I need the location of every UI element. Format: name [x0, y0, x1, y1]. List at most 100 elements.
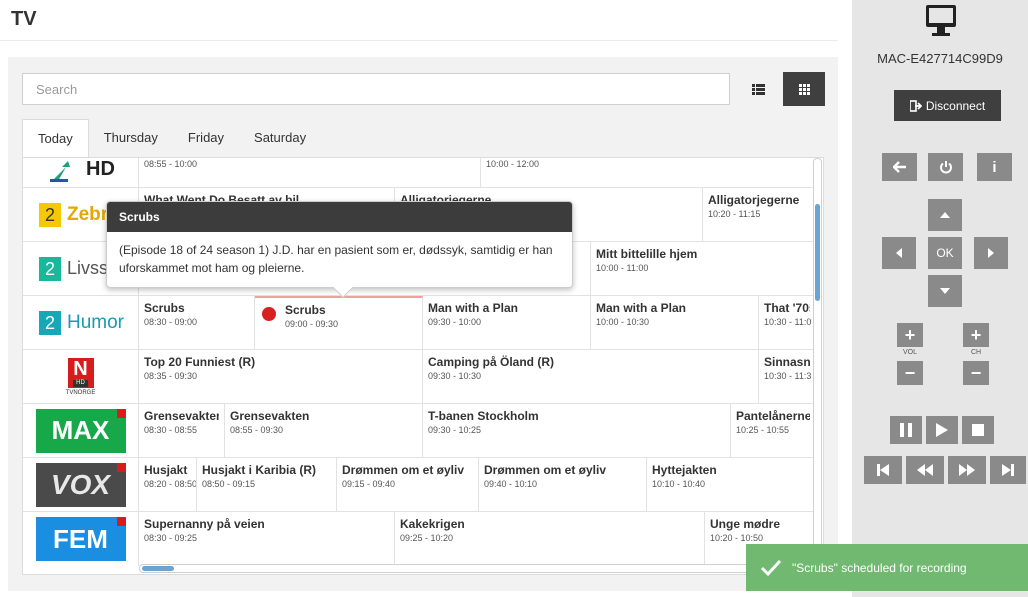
day-tabs: Today Thursday Friday Saturday: [22, 119, 321, 157]
channel-logo-number: 2: [39, 256, 61, 281]
channel-logo-box: FEM: [35, 517, 126, 561]
vertical-scrollbar[interactable]: [813, 158, 822, 563]
step-backward-icon: [877, 464, 889, 476]
channel-logo-text: HD: [86, 158, 115, 180]
volume-down-button[interactable]: −: [897, 361, 923, 385]
channel-logo[interactable]: VOX: [23, 458, 139, 511]
program-cell[interactable]: 10:00 - 12:00: [481, 158, 815, 187]
program-cell[interactable]: Drømmen om et øyliv 09:15 - 09:40: [337, 458, 479, 511]
tab-thursday[interactable]: Thursday: [89, 119, 173, 157]
tab-friday[interactable]: Friday: [173, 119, 239, 157]
back-button[interactable]: [882, 153, 917, 181]
rewind-icon: [917, 464, 933, 476]
volume-label: VOL: [902, 349, 917, 356]
channel-row: HD 08:55 - 10:00 10:00 - 12:00: [23, 158, 815, 188]
channel-row: VOX Husjakt i 08:20 - 08:50 Husjakt i Ka…: [23, 458, 815, 512]
up-button[interactable]: [928, 199, 962, 231]
channel-logo-number: 2: [39, 310, 61, 335]
caret-up-icon: [940, 212, 950, 218]
channel-label: CH: [970, 349, 982, 356]
disconnect-button[interactable]: Disconnect: [894, 90, 1001, 121]
program-cell[interactable]: Supernanny på veien 08:30 - 09:25: [139, 512, 395, 566]
stop-icon: [972, 424, 984, 436]
caret-down-icon: [940, 288, 950, 294]
monitor-icon: [926, 5, 956, 36]
tooltip-description: (Episode 18 of 24 season 1) J.D. har en …: [119, 243, 553, 275]
program-cell[interactable]: Hyttejakten 10:10 - 10:40: [647, 458, 815, 511]
channel-logo-box: N HD: [67, 357, 94, 388]
tooltip-title: Scrubs: [107, 202, 572, 232]
program-cell[interactable]: 08:55 - 10:00: [139, 158, 481, 187]
play-button[interactable]: [926, 416, 958, 444]
channel-logo[interactable]: 2 Humor: [23, 296, 139, 349]
device-name: MAC-E427714C99D9: [877, 51, 1003, 66]
power-button[interactable]: [928, 153, 963, 181]
program-cell[interactable]: Husjakt i 08:20 - 08:50: [139, 458, 197, 511]
channel-down-button[interactable]: −: [963, 361, 989, 385]
play-icon: [936, 423, 948, 437]
tab-today[interactable]: Today: [22, 119, 89, 157]
channel-up-button[interactable]: +: [963, 323, 989, 347]
program-cell[interactable]: Grensevakten 08:30 - 08:55: [139, 404, 225, 457]
minus-icon: −: [970, 362, 982, 383]
left-button[interactable]: [882, 237, 916, 269]
program-cell[interactable]: Sinnasn 10:30 - 11:3: [759, 350, 815, 403]
tab-saturday[interactable]: Saturday: [239, 119, 321, 157]
volume-up-button[interactable]: +: [897, 323, 923, 347]
program-cell[interactable]: Grensevakten 08:55 - 09:30: [225, 404, 423, 457]
program-cell[interactable]: Mitt bittelille hjem 10:00 - 11:00: [591, 242, 815, 295]
program-cell[interactable]: Alligatorjegerne 10:20 - 11:15: [703, 188, 815, 241]
program-cell[interactable]: T-banen Stockholm 09:30 - 10:25: [423, 404, 731, 457]
channel-logo[interactable]: MAX: [23, 404, 139, 457]
channel-logo-caption: TVNORGE: [65, 389, 96, 396]
vertical-scroll-thumb[interactable]: [815, 204, 820, 301]
stop-button[interactable]: [962, 416, 994, 444]
info-button[interactable]: i: [977, 153, 1012, 181]
program-cell[interactable]: Kakekrigen 09:25 - 10:20: [395, 512, 705, 566]
program-cell[interactable]: Man with a Plan 09:30 - 10:00: [423, 296, 591, 349]
power-icon: [939, 161, 952, 174]
pause-button[interactable]: [890, 416, 922, 444]
skip-back-button[interactable]: [864, 456, 902, 484]
app-root: TV Today Thursday Friday Saturday: [0, 0, 1028, 597]
program-cell[interactable]: Top 20 Funniest (R) 08:35 - 09:30: [139, 350, 423, 403]
search-input[interactable]: [22, 73, 730, 105]
channel-logo[interactable]: FEM: [23, 512, 139, 566]
channel-logo-text: N: [73, 357, 88, 380]
rewind-button[interactable]: [906, 456, 944, 484]
grid-view-button[interactable]: [783, 72, 825, 106]
program-cell[interactable]: Husjakt i Karibia (R) 08:50 - 09:15: [197, 458, 337, 511]
fast-forward-button[interactable]: [948, 456, 986, 484]
program-cell[interactable]: Man with a Plan 10:00 - 10:30: [591, 296, 759, 349]
channel-logo[interactable]: N HD TVNORGE: [23, 350, 139, 403]
ok-button[interactable]: OK: [928, 237, 962, 269]
caret-left-icon: [896, 248, 902, 258]
channel-corner-badge: [116, 408, 126, 418]
notification-toast: "Scrubs" scheduled for recording: [746, 544, 1028, 591]
grid-view-icon: [798, 83, 810, 95]
title-divider: [0, 40, 838, 41]
right-button[interactable]: [974, 237, 1008, 269]
horizontal-scrollbar[interactable]: [139, 564, 813, 573]
channel-logo-box: MAX: [35, 408, 126, 453]
program-cell[interactable]: Drømmen om et øyliv 09:40 - 10:10: [479, 458, 647, 511]
channel-logo[interactable]: HD: [23, 158, 139, 187]
program-cell[interactable]: Pantelånerne 10:25 - 10:55: [731, 404, 815, 457]
horizontal-scroll-thumb[interactable]: [142, 566, 174, 571]
caret-right-icon: [988, 248, 994, 258]
skip-forward-button[interactable]: [990, 456, 1026, 484]
program-cell[interactable]: Camping på Öland (R) 09:30 - 10:30: [423, 350, 759, 403]
toast-message: "Scrubs" scheduled for recording: [792, 560, 967, 575]
step-forward-icon: [1002, 464, 1014, 476]
channel-corner-badge: [116, 517, 126, 526]
down-button[interactable]: [928, 275, 962, 307]
main-panel: Today Thursday Friday Saturday HD 08:55 …: [8, 57, 838, 591]
info-icon: i: [992, 158, 997, 176]
channel-logo-text: Humor: [67, 311, 125, 333]
list-view-button[interactable]: [744, 72, 772, 106]
channel-logo-sub: HD: [73, 379, 88, 387]
program-cell[interactable]: Scrubs 08:30 - 09:00: [139, 296, 255, 349]
fast-forward-icon: [959, 464, 975, 476]
program-cell[interactable]: That '70s 10:30 - 11:0: [759, 296, 815, 349]
program-cell-recording[interactable]: Scrubs 09:00 - 09:30: [255, 296, 423, 349]
